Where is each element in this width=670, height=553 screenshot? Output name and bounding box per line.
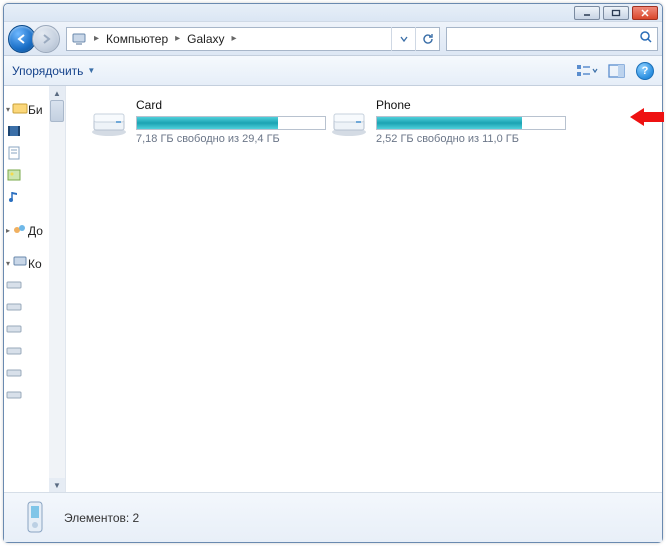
arrow-left-icon xyxy=(15,32,29,46)
chevron-right-icon[interactable] xyxy=(91,33,102,44)
history-dropdown[interactable] xyxy=(391,27,415,51)
chevron-down-icon: ▾ xyxy=(6,259,10,268)
computer-icon xyxy=(12,254,28,273)
drive-status: 2,52 ГБ свободно из 11,0 ГБ xyxy=(376,133,566,145)
drive-info: Card 7,18 ГБ свободно из 29,4 ГБ xyxy=(136,98,326,145)
nav-row: Компьютер Galaxy xyxy=(4,22,662,56)
drive-icon xyxy=(6,365,22,381)
device-icon xyxy=(14,498,54,538)
drive-name: Phone xyxy=(376,98,566,112)
maximize-button[interactable] xyxy=(603,6,629,20)
scroll-thumb[interactable] xyxy=(50,100,64,122)
explorer-window: Компьютер Galaxy Упорядочить ▼ xyxy=(3,3,663,543)
red-arrow-callout xyxy=(630,106,664,128)
drive-name: Card xyxy=(136,98,326,112)
drive-icon xyxy=(6,321,22,337)
drive-space-bar xyxy=(136,116,326,130)
view-options-button[interactable] xyxy=(576,63,598,79)
arrow-right-icon xyxy=(39,32,53,46)
drive-info: Phone 2,52 ГБ свободно из 11,0 ГБ xyxy=(376,98,566,145)
forward-button[interactable] xyxy=(32,25,60,53)
search-icon[interactable] xyxy=(639,30,653,47)
drive-icon xyxy=(6,387,22,403)
content-pane[interactable]: Card 7,18 ГБ свободно из 29,4 ГБ Phone 2… xyxy=(66,86,662,492)
organize-menu[interactable]: Упорядочить ▼ xyxy=(12,64,95,78)
music-icon xyxy=(6,189,22,205)
refresh-button[interactable] xyxy=(415,27,439,51)
search-input[interactable] xyxy=(451,32,639,46)
organize-label: Упорядочить xyxy=(12,64,83,78)
chevron-down-icon: ▾ xyxy=(6,105,10,114)
chevron-right-icon[interactable] xyxy=(229,33,240,44)
drive-icon xyxy=(330,108,368,138)
folder-icon xyxy=(12,100,28,119)
search-box[interactable] xyxy=(446,27,658,51)
minimize-button[interactable] xyxy=(574,6,600,20)
drive-icon xyxy=(6,343,22,359)
sidebar-label: До xyxy=(28,224,43,238)
drive-status: 7,18 ГБ свободно из 29,4 ГБ xyxy=(136,133,326,145)
drive-icon xyxy=(6,299,22,315)
picture-icon xyxy=(6,167,22,183)
homegroup-icon xyxy=(12,221,28,240)
breadcrumb-item-computer[interactable]: Компьютер xyxy=(102,28,172,50)
drive-icon xyxy=(90,108,128,138)
preview-pane-button[interactable] xyxy=(608,63,626,79)
close-button[interactable] xyxy=(632,6,658,20)
explorer-body: ▾ Би ▸ xyxy=(4,86,662,492)
breadcrumb-bar[interactable]: Компьютер Galaxy xyxy=(66,27,440,51)
help-icon: ? xyxy=(636,62,654,80)
scroll-down-icon[interactable]: ▼ xyxy=(49,478,65,492)
drive-space-bar xyxy=(376,116,566,130)
chevron-right-icon[interactable] xyxy=(172,33,183,44)
document-icon xyxy=(6,145,22,161)
video-icon xyxy=(6,123,22,139)
details-text: Элементов: 2 xyxy=(64,511,139,525)
drive-icon xyxy=(6,277,22,293)
drive-item-card[interactable]: Card 7,18 ГБ свободно из 29,4 ГБ xyxy=(86,94,326,149)
nav-buttons xyxy=(8,25,60,53)
sidebar-label: Би xyxy=(28,103,43,117)
toolbar: Упорядочить ▼ ? xyxy=(4,56,662,86)
chevron-down-icon: ▼ xyxy=(87,66,95,75)
breadcrumb-item-galaxy[interactable]: Galaxy xyxy=(183,28,228,50)
drive-item-phone[interactable]: Phone 2,52 ГБ свободно из 11,0 ГБ xyxy=(326,94,566,149)
window-caption xyxy=(4,4,662,22)
nav-pane: ▾ Би ▸ xyxy=(4,86,66,492)
help-button[interactable]: ? xyxy=(636,62,654,80)
sidebar-scrollbar[interactable]: ▲ ▼ xyxy=(49,86,65,492)
chevron-right-icon: ▸ xyxy=(6,226,10,235)
scroll-up-icon[interactable]: ▲ xyxy=(49,86,65,100)
sidebar-label: Ко xyxy=(28,257,42,271)
computer-icon xyxy=(70,30,88,48)
details-pane: Элементов: 2 xyxy=(4,492,662,542)
